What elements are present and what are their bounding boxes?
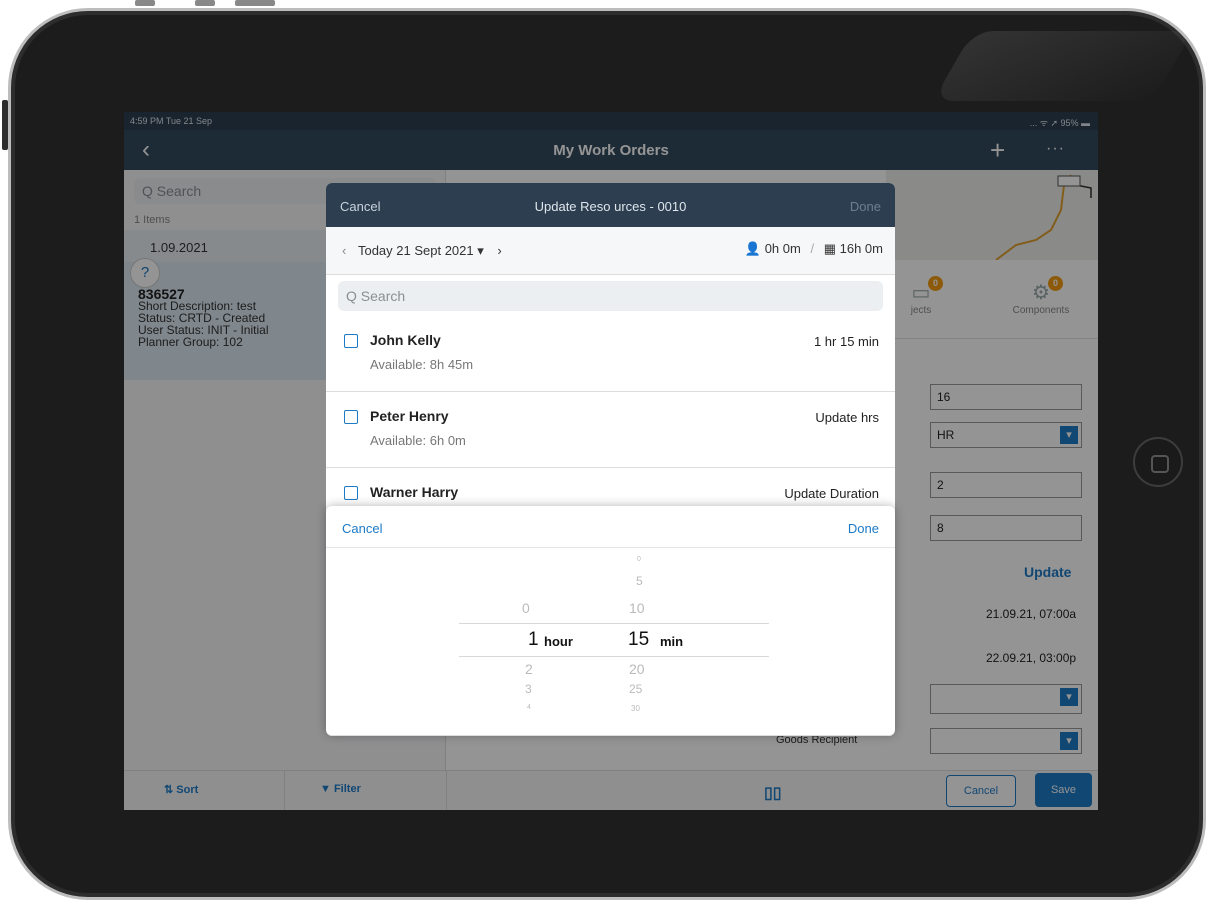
minute-unit-label: min <box>660 634 684 649</box>
picker-header: Cancel Done <box>326 506 895 548</box>
minute-wheel-option[interactable]: 5 <box>636 574 643 588</box>
hour-wheel-option[interactable]: 4 <box>527 704 531 711</box>
person-icon: 👤 <box>744 241 762 256</box>
resource-name: John Kelly <box>370 332 441 348</box>
date-navigator: ‹ Today 21 Sept 2021 ▾ › 👤 0h 0m / ▦ 16h… <box>326 227 895 275</box>
minute-wheel-option[interactable]: 25 <box>629 682 642 696</box>
hour-wheel-option[interactable]: 3 <box>525 682 532 696</box>
resource-row[interactable]: Peter Henry Available: 6h 0m Update hrs <box>326 392 895 468</box>
resource-time[interactable]: 1 hr 15 min <box>814 334 879 349</box>
minute-wheel-selected[interactable]: 15 <box>628 629 649 651</box>
home-button[interactable] <box>1133 437 1183 487</box>
duration-picker: Cancel Done 0 1 hour 2 3 4 0 5 10 15 min… <box>326 506 895 735</box>
hour-wheel-option[interactable]: 2 <box>525 661 533 677</box>
picker-selection-band <box>459 623 769 657</box>
top-buttons <box>135 0 275 8</box>
assigned-time: 0h 0m <box>764 241 801 256</box>
checkbox[interactable] <box>344 334 358 348</box>
checkbox[interactable] <box>344 410 358 424</box>
resource-name: Peter Henry <box>370 408 449 424</box>
time-totals: 👤 0h 0m / ▦ 16h 0m <box>745 241 883 257</box>
prev-icon[interactable]: ‹ <box>342 243 346 258</box>
resource-search-input[interactable]: Q Search <box>338 281 883 311</box>
next-icon[interactable]: › <box>497 243 501 258</box>
hour-unit-label: hour <box>544 634 573 649</box>
resource-row[interactable]: John Kelly Available: 8h 45m 1 hr 15 min <box>326 316 895 392</box>
resource-availability: Available: 8h 45m <box>370 357 474 372</box>
hour-wheel-selected[interactable]: 1 <box>528 629 539 651</box>
total-time: 16h 0m <box>839 241 883 256</box>
glass-shine <box>932 31 1194 101</box>
modal-title: Update Reso urces - 0010 <box>534 199 687 214</box>
hour-wheel-option[interactable]: 0 <box>522 600 530 616</box>
minute-wheel-option[interactable]: 30 <box>631 704 640 713</box>
modal-done-button[interactable]: Done <box>850 199 881 214</box>
resource-name: Warner Harry <box>370 484 459 500</box>
side-switch <box>2 100 8 150</box>
resource-availability: Available: 6h 0m <box>370 433 466 448</box>
picker-done-button[interactable]: Done <box>848 521 879 536</box>
date-nav: ‹ Today 21 Sept 2021 ▾ › <box>342 243 502 259</box>
separator: / <box>810 241 815 256</box>
resource-time[interactable]: Update Duration <box>784 486 879 501</box>
minute-wheel-option[interactable]: 0 <box>637 556 641 563</box>
picker-cancel-button[interactable]: Cancel <box>342 521 382 536</box>
checkbox[interactable] <box>344 486 358 500</box>
resource-time[interactable]: Update hrs <box>815 410 879 425</box>
minute-wheel-option[interactable]: 20 <box>629 661 645 677</box>
minute-wheel-option[interactable]: 10 <box>629 600 645 616</box>
modal-header: Cancel Update Reso urces - 0010 Done <box>326 183 895 227</box>
group-icon: ▦ <box>823 241 836 256</box>
date-selector[interactable]: Today 21 Sept 2021 ▾ <box>358 243 484 258</box>
